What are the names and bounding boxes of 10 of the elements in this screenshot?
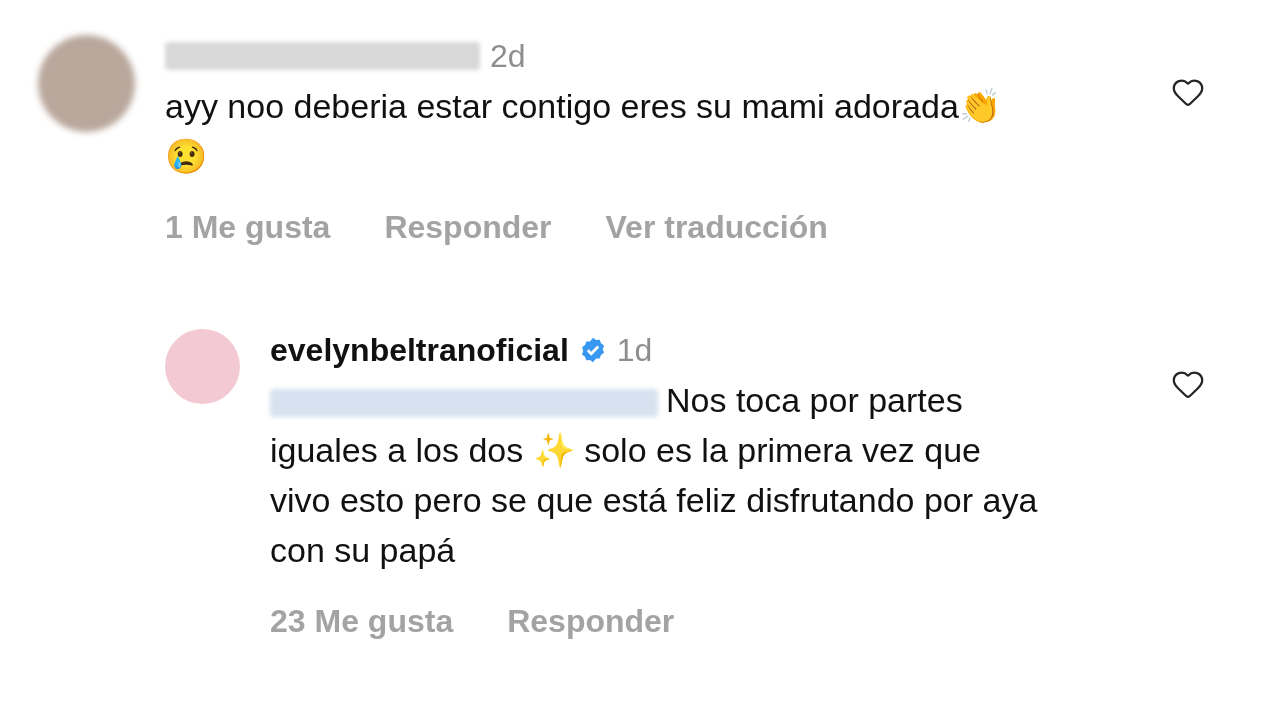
comment-action[interactable]: Responder <box>384 203 552 251</box>
comment-action[interactable]: Ver traducción <box>605 203 828 251</box>
comment-action[interactable]: Responder <box>507 597 675 645</box>
comment-time: 2d <box>490 37 526 76</box>
comment-time: 1d <box>616 331 653 370</box>
comment-action[interactable]: 1 Me gusta <box>165 203 331 251</box>
comment-action[interactable]: 23 Me gusta <box>270 597 454 645</box>
username[interactable]: evelynbeltranoficial <box>270 326 569 374</box>
comment-text: Nos toca por partes iguales a los dos ✨ solo es la primera vez que vivo esto pero se que está feliz disfrutando por aya con su papá <box>270 380 1039 571</box>
comment-text: ayy noo deberia estar contigo eres su mami adorada👏 😢 <box>165 86 1002 177</box>
